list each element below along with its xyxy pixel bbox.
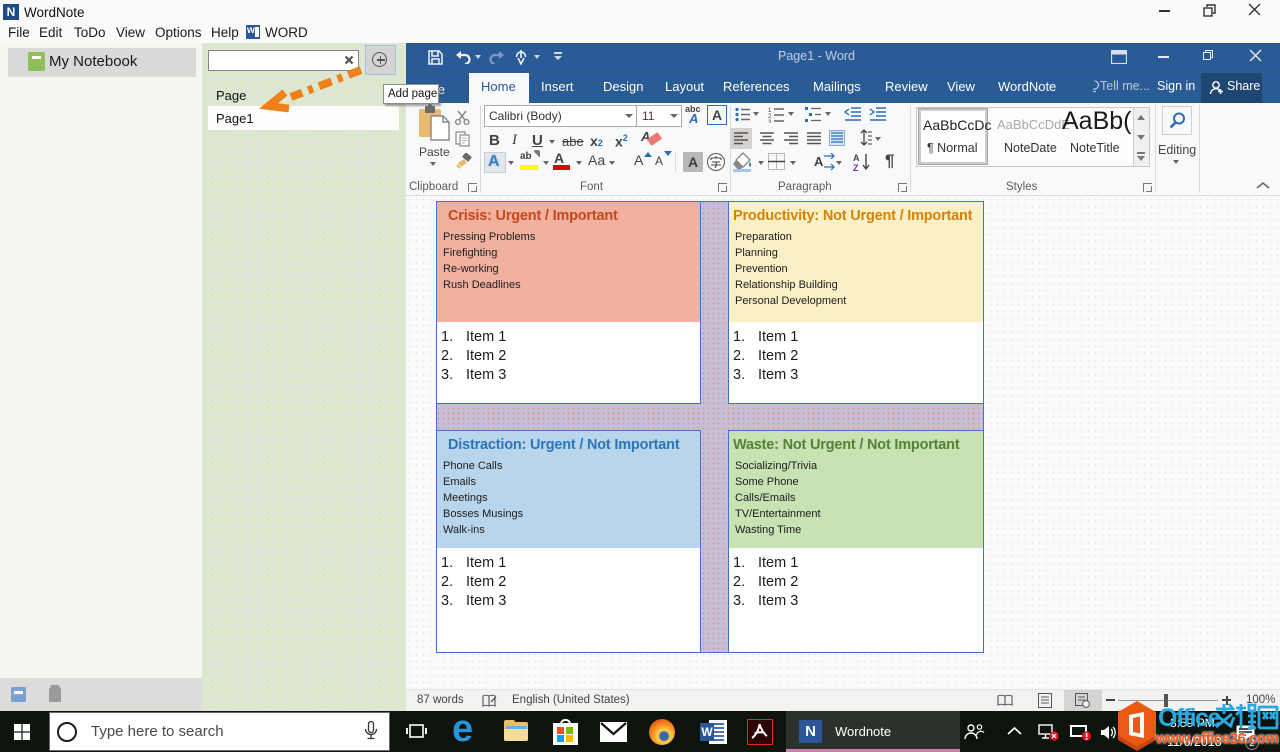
svg-text:A: A [853,153,860,163]
svg-text:Z: Z [853,163,859,172]
svg-text:A: A [814,154,824,169]
svg-text:3: 3 [768,120,772,123]
